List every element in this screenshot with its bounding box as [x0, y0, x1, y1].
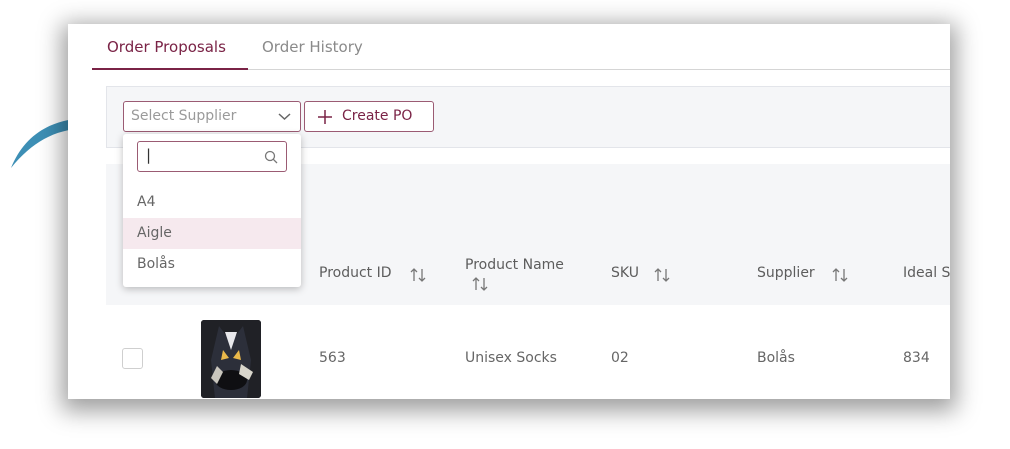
- product-photo: [201, 320, 261, 398]
- sort-icon[interactable]: [410, 267, 426, 283]
- cell-product-name: Unisex Socks: [465, 350, 557, 366]
- order-panel: Order Proposals Order History Select Sup…: [68, 24, 950, 399]
- sort-icon[interactable]: [654, 267, 670, 283]
- cell-product-id: 563: [319, 350, 346, 366]
- cell-sku: 02: [611, 350, 629, 366]
- plus-icon: [318, 110, 332, 124]
- supplier-dropdown: | A4 Aigle Bolås: [123, 134, 301, 287]
- column-header-product-id[interactable]: Product ID: [319, 265, 392, 281]
- row-checkbox[interactable]: [122, 348, 143, 369]
- sort-icon[interactable]: [832, 267, 848, 283]
- supplier-select[interactable]: Select Supplier: [123, 101, 301, 132]
- supplier-search-input[interactable]: |: [137, 141, 287, 172]
- supplier-option-bolas[interactable]: Bolås: [123, 249, 301, 280]
- supplier-search-value: |: [146, 146, 152, 164]
- column-header-product-name[interactable]: Product Name: [465, 257, 564, 273]
- tab-order-proposals[interactable]: Order Proposals: [107, 38, 226, 56]
- search-icon: [264, 150, 278, 164]
- supplier-option-a4[interactable]: A4: [123, 187, 301, 218]
- tab-bar: Order Proposals Order History: [92, 24, 950, 70]
- tab-order-history[interactable]: Order History: [262, 38, 363, 56]
- cell-ideal-stock: 834: [903, 350, 930, 366]
- chevron-down-icon: [278, 113, 291, 121]
- column-header-supplier[interactable]: Supplier: [757, 265, 815, 281]
- product-image: [201, 320, 261, 398]
- create-po-label: Create PO: [342, 108, 413, 124]
- active-tab-indicator: [92, 68, 248, 70]
- supplier-select-placeholder: Select Supplier: [131, 108, 237, 124]
- column-header-ideal-stock[interactable]: Ideal S: [903, 265, 950, 281]
- cell-supplier: Bolås: [757, 350, 795, 366]
- create-po-button[interactable]: Create PO: [304, 101, 434, 132]
- supplier-option-aigle[interactable]: Aigle: [123, 218, 301, 249]
- sort-icon[interactable]: [472, 276, 488, 292]
- column-header-sku[interactable]: SKU: [611, 265, 639, 281]
